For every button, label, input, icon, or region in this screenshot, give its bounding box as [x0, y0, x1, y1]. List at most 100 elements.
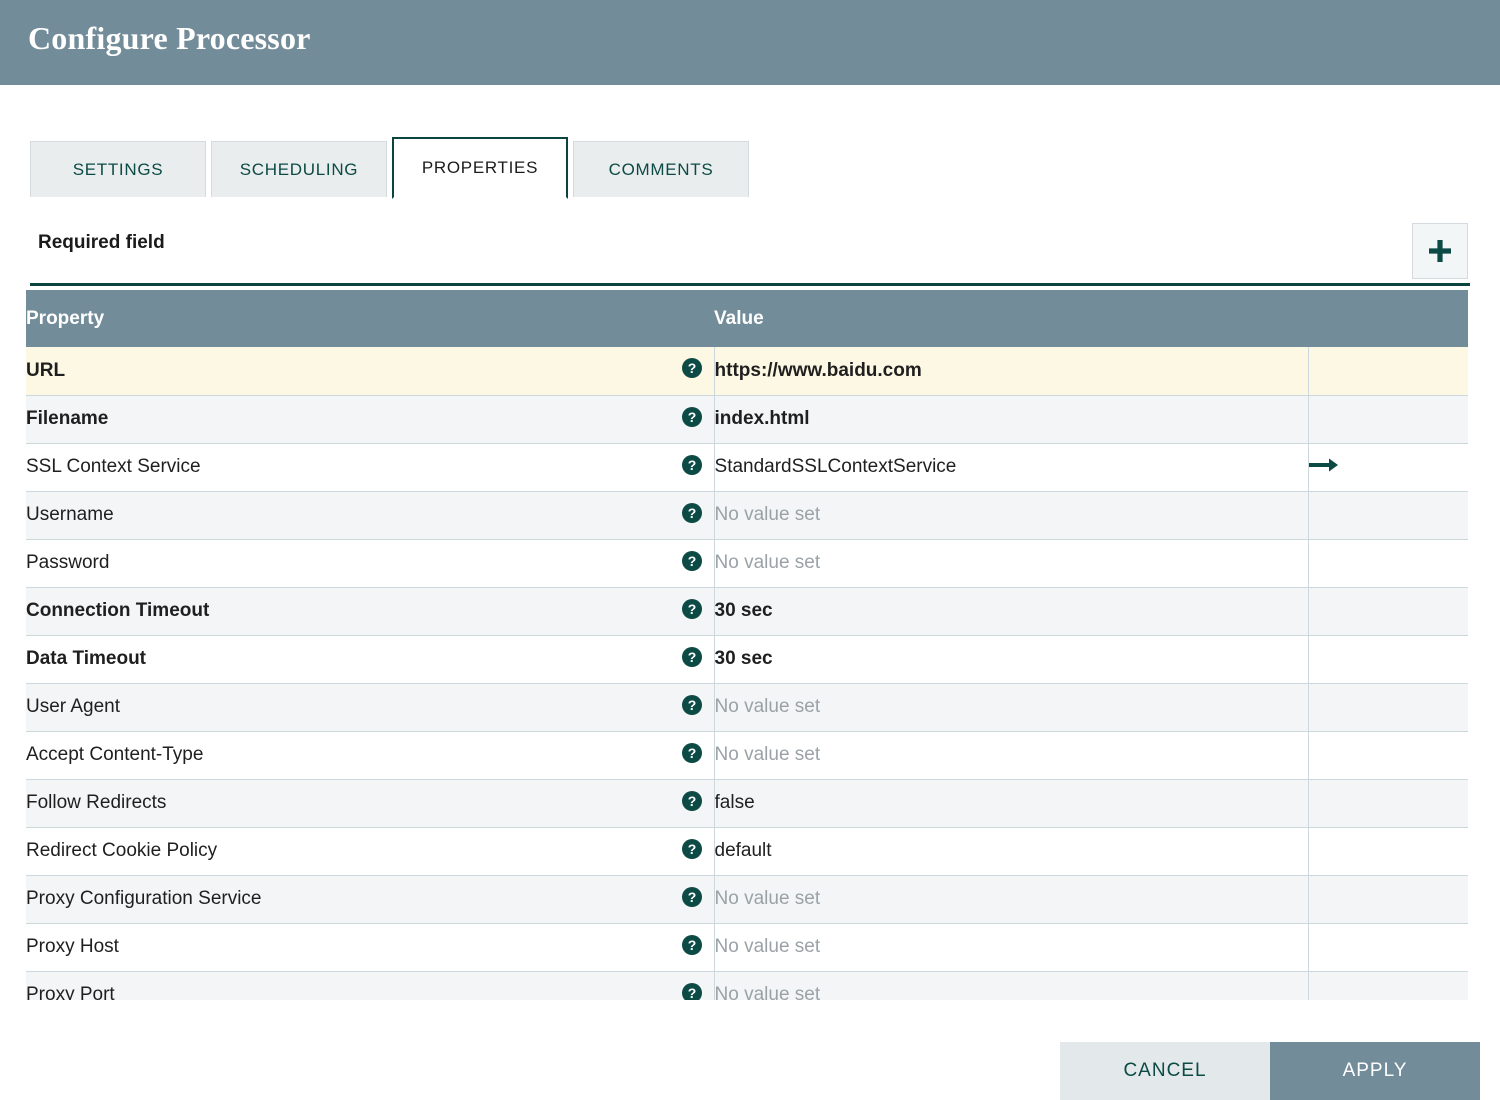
arrow-right-icon[interactable]: [1308, 455, 1339, 480]
properties-table-scroll[interactable]: Property Value URL? https://www.baidu.com…: [26, 290, 1468, 1000]
property-action-cell: [1308, 347, 1468, 396]
table-row[interactable]: Password? No value set: [26, 539, 1468, 588]
svg-text:?: ?: [687, 841, 696, 857]
property-name-cell: Accept Content-Type: [26, 731, 670, 780]
property-value-cell[interactable]: No value set: [714, 491, 1309, 540]
table-row[interactable]: URL? https://www.baidu.com: [26, 347, 1468, 396]
table-row[interactable]: Proxy Port? No value set: [26, 971, 1468, 1000]
property-value-cell[interactable]: No value set: [714, 539, 1309, 588]
tab-label: PROPERTIES: [421, 158, 539, 177]
property-action-cell: [1308, 395, 1468, 444]
table-row[interactable]: Connection Timeout? 30 sec: [26, 587, 1468, 636]
svg-text:?: ?: [687, 697, 696, 713]
help-circle-icon[interactable]: ?: [681, 886, 703, 913]
tab-comments[interactable]: COMMENTS: [573, 141, 749, 197]
properties-table-body: URL? https://www.baidu.com Filename? index.…: [26, 347, 1468, 1000]
property-value-cell[interactable]: index.html: [714, 395, 1309, 444]
property-value-cell[interactable]: No value set: [714, 971, 1309, 1000]
property-action-cell: [1308, 683, 1468, 732]
svg-text:?: ?: [687, 553, 696, 569]
cancel-button[interactable]: CANCEL: [1060, 1042, 1270, 1100]
property-help-cell: ?: [670, 827, 715, 876]
table-row[interactable]: Username? No value set: [26, 491, 1468, 540]
svg-text:?: ?: [687, 745, 696, 761]
table-row[interactable]: Accept Content-Type? No value set: [26, 731, 1468, 780]
tab-settings[interactable]: SETTINGS: [30, 141, 206, 197]
help-circle-icon[interactable]: ?: [681, 742, 703, 769]
help-circle-icon[interactable]: ?: [681, 646, 703, 673]
tab-strip: SETTINGS SCHEDULING PROPERTIES COMMENTS: [0, 85, 1500, 286]
property-name-cell: Proxy Host: [26, 923, 670, 972]
apply-button[interactable]: APPLY: [1270, 1042, 1480, 1100]
help-circle-icon[interactable]: ?: [681, 502, 703, 529]
property-name-cell: User Agent: [26, 683, 670, 732]
property-help-cell: ?: [670, 491, 715, 540]
property-name-cell: Connection Timeout: [26, 587, 670, 636]
property-name-cell: Proxy Port: [26, 971, 670, 1000]
dialog-footer: CANCEL APPLY: [0, 1042, 1500, 1100]
property-value-cell[interactable]: No value set: [714, 875, 1309, 924]
property-help-cell: ?: [670, 923, 715, 972]
tab-label: SCHEDULING: [239, 159, 359, 179]
table-row[interactable]: Filename? index.html: [26, 395, 1468, 444]
property-value-cell[interactable]: No value set: [714, 731, 1309, 780]
property-name-cell: Password: [26, 539, 670, 588]
property-action-cell: [1308, 539, 1468, 588]
help-circle-icon[interactable]: ?: [681, 454, 703, 481]
property-action-cell[interactable]: [1308, 443, 1468, 492]
property-action-cell: [1308, 971, 1468, 1000]
properties-toolbar: Required field: [0, 218, 1500, 288]
tab-label: SETTINGS: [72, 159, 164, 179]
property-value-cell[interactable]: 30 sec: [714, 587, 1309, 636]
property-value-cell[interactable]: No value set: [714, 923, 1309, 972]
table-row[interactable]: SSL Context Service? StandardSSLContextSe…: [26, 443, 1468, 492]
svg-text:?: ?: [687, 649, 696, 665]
add-property-button[interactable]: [1412, 223, 1468, 279]
property-value-cell[interactable]: 30 sec: [714, 635, 1309, 684]
property-action-cell: [1308, 587, 1468, 636]
table-row[interactable]: Redirect Cookie Policy? default: [26, 827, 1468, 876]
property-help-cell: ?: [670, 395, 715, 444]
help-circle-icon[interactable]: ?: [681, 934, 703, 961]
property-name-cell: Filename: [26, 395, 670, 444]
table-row[interactable]: Proxy Configuration Service? No value set: [26, 875, 1468, 924]
property-help-cell: ?: [670, 683, 715, 732]
table-row[interactable]: User Agent? No value set: [26, 683, 1468, 732]
properties-table: Property Value URL? https://www.baidu.com…: [26, 290, 1468, 1000]
property-action-cell: [1308, 491, 1468, 540]
property-name-cell: Redirect Cookie Policy: [26, 827, 670, 876]
column-header-value: Value: [714, 307, 764, 329]
property-value-cell[interactable]: No value set: [714, 683, 1309, 732]
property-help-cell: ?: [670, 539, 715, 588]
property-help-cell: ?: [670, 875, 715, 924]
tab-list: SETTINGS SCHEDULING PROPERTIES COMMENTS: [30, 137, 754, 199]
property-help-cell: ?: [670, 443, 715, 492]
property-help-cell: ?: [670, 635, 715, 684]
help-circle-icon[interactable]: ?: [681, 406, 703, 433]
property-value-cell[interactable]: https://www.baidu.com: [714, 347, 1309, 396]
property-value-cell[interactable]: default: [714, 827, 1309, 876]
table-row[interactable]: Follow Redirects? false: [26, 779, 1468, 828]
property-help-cell: ?: [670, 587, 715, 636]
property-action-cell: [1308, 875, 1468, 924]
tab-scheduling[interactable]: SCHEDULING: [211, 141, 387, 197]
table-row[interactable]: Proxy Host? No value set: [26, 923, 1468, 972]
help-circle-icon[interactable]: ?: [681, 838, 703, 865]
help-circle-icon[interactable]: ?: [681, 550, 703, 577]
property-help-cell: ?: [670, 731, 715, 780]
dialog-titlebar: Configure Processor: [0, 0, 1500, 85]
help-circle-icon[interactable]: ?: [681, 357, 703, 384]
svg-text:?: ?: [687, 985, 696, 1000]
property-help-cell: ?: [670, 971, 715, 1000]
property-value-cell[interactable]: false: [714, 779, 1309, 828]
property-value-cell[interactable]: StandardSSLContextService: [714, 443, 1309, 492]
help-circle-icon[interactable]: ?: [681, 694, 703, 721]
help-circle-icon[interactable]: ?: [681, 598, 703, 625]
help-circle-icon[interactable]: ?: [681, 982, 703, 1000]
property-action-cell: [1308, 731, 1468, 780]
required-field-label: Required field: [38, 232, 165, 253]
help-circle-icon[interactable]: ?: [681, 790, 703, 817]
tab-properties[interactable]: PROPERTIES: [392, 137, 568, 199]
table-row[interactable]: Data Timeout? 30 sec: [26, 635, 1468, 684]
column-header-actions: [1308, 290, 1468, 347]
